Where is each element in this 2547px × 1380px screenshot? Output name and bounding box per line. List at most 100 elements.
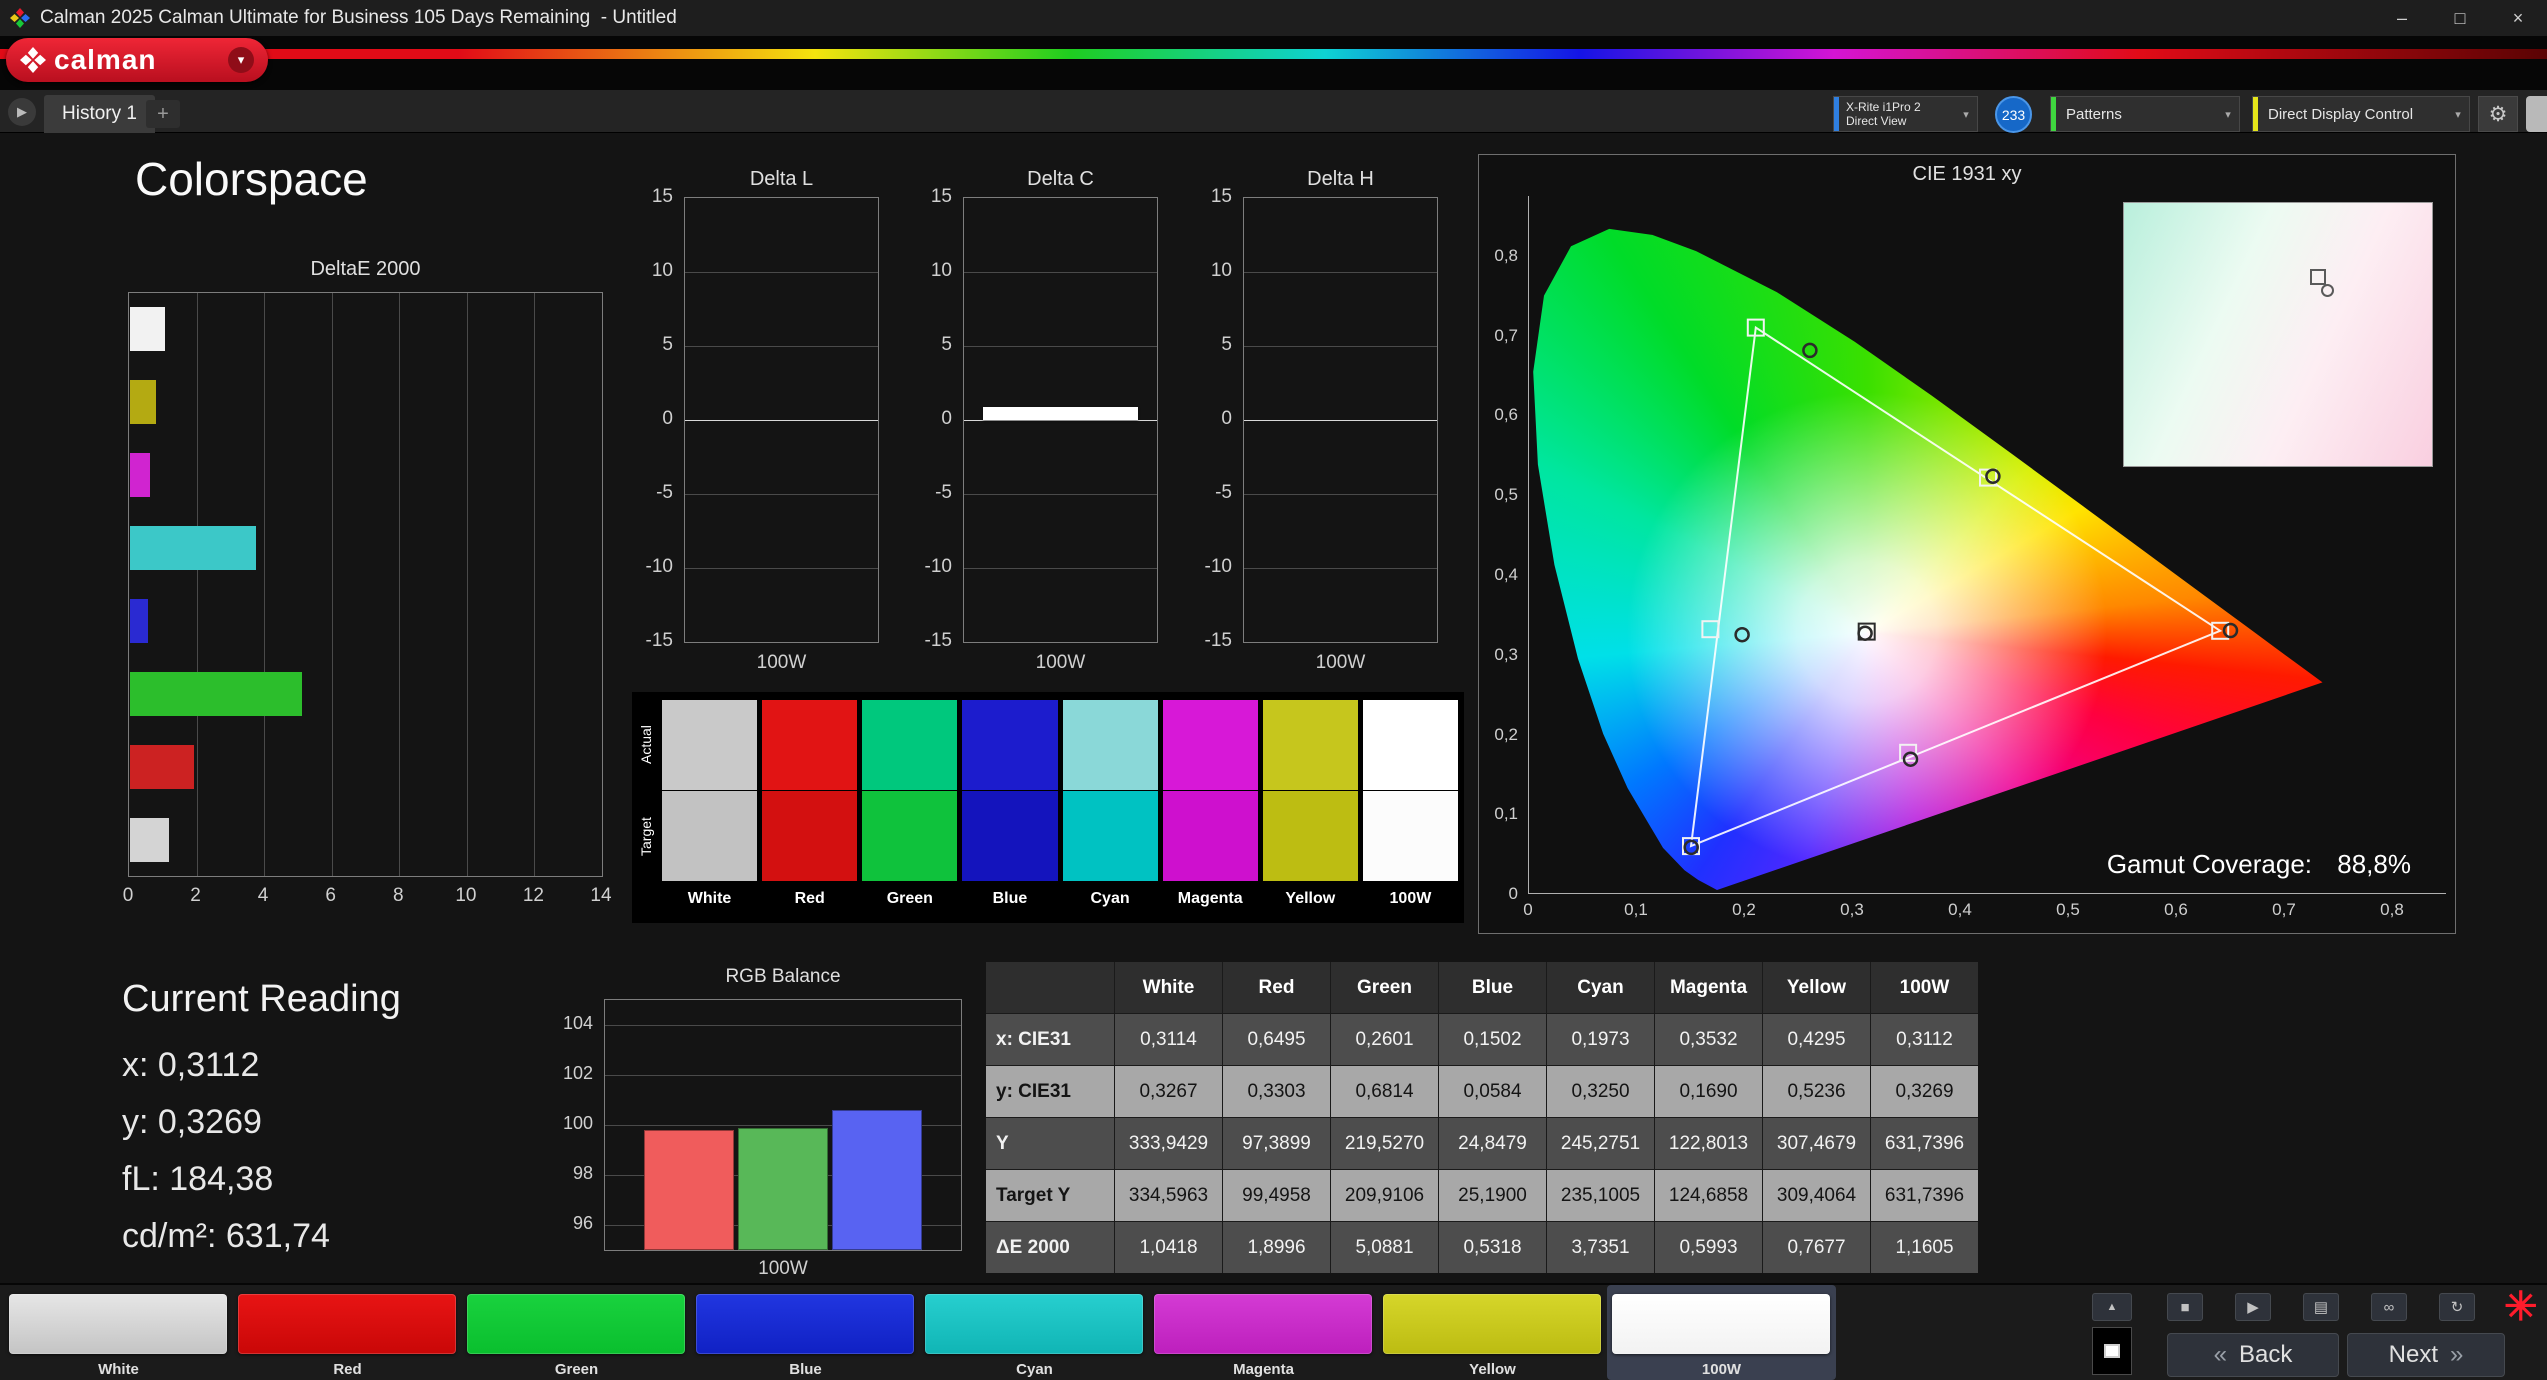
- maximize-button[interactable]: □: [2431, 0, 2489, 36]
- swatch-column-yellow: Yellow: [1262, 700, 1358, 918]
- back-button[interactable]: « Back: [2167, 1333, 2339, 1377]
- axis-tick-label: 5: [941, 334, 952, 355]
- pattern-button-red[interactable]: Red: [233, 1285, 462, 1380]
- gridline: [964, 420, 1157, 421]
- table-header-cell: Yellow: [1763, 962, 1870, 1013]
- pattern-window-button[interactable]: [2092, 1327, 2132, 1375]
- save-button[interactable]: ▤: [2303, 1293, 2339, 1321]
- table-cell: 235,1005: [1547, 1170, 1654, 1221]
- axis-tick-label: 15: [1210, 186, 1232, 207]
- play-button[interactable]: ▶: [2235, 1293, 2271, 1321]
- close-button[interactable]: ×: [2489, 0, 2547, 36]
- minimize-button[interactable]: –: [2373, 0, 2431, 36]
- logo-dropdown-icon[interactable]: ▾: [228, 47, 254, 73]
- actual-swatch: [862, 700, 958, 790]
- axis-tick-label: 10: [455, 885, 477, 906]
- pattern-button-white[interactable]: White: [4, 1285, 233, 1380]
- table-cell: 0,6495: [1223, 1014, 1330, 1065]
- axis-tick-label: 0,8: [1494, 245, 1518, 265]
- next-chevrons-icon: »: [2450, 1341, 2464, 1368]
- rgb-balance-y-axis: 104 102 100 98 96: [552, 999, 598, 1251]
- pattern-swatch: [9, 1294, 227, 1354]
- history-nav-button[interactable]: ▶: [8, 98, 36, 126]
- meter-dropdown[interactable]: X-Rite i1Pro 2 Direct View ▾: [1833, 96, 1978, 132]
- link-button[interactable]: ∞: [2371, 1293, 2407, 1321]
- window-controls: – □ ×: [2373, 0, 2547, 36]
- swatch-column-green: Green: [862, 700, 958, 918]
- table-cell: 0,3303: [1223, 1066, 1330, 1117]
- axis-tick-label: 0: [122, 885, 134, 906]
- axis-tick-label: 0,3: [1840, 900, 1864, 919]
- calman-diamond-icon: [20, 47, 46, 73]
- table-header-cell: Red: [1223, 962, 1330, 1013]
- table-cell: 97,3899: [1223, 1118, 1330, 1169]
- pattern-button-100w[interactable]: 100W: [1607, 1285, 1836, 1380]
- add-tab-button[interactable]: +: [146, 100, 180, 128]
- axis-tick-label: 15: [930, 186, 952, 207]
- deltae-bar-magenta: [130, 453, 151, 498]
- panel-edge-handle[interactable]: [2526, 96, 2547, 132]
- table-cell: 0,1690: [1655, 1066, 1762, 1117]
- deltae-chart-plot: [128, 292, 603, 877]
- target-row-label: Target: [638, 817, 654, 857]
- pattern-button-green[interactable]: Green: [462, 1285, 691, 1380]
- calman-logo-button[interactable]: calman ▾: [6, 38, 268, 82]
- gridline: [1244, 420, 1437, 421]
- settings-gear-button[interactable]: ⚙: [2478, 96, 2518, 132]
- gridline: [605, 1075, 961, 1076]
- axis-tick-label: 8: [393, 885, 404, 906]
- deltae-bar-blue: [130, 598, 148, 643]
- table-cell: 0,5318: [1439, 1222, 1546, 1273]
- meter-line2: Direct View: [1846, 114, 1907, 128]
- tab-history-1[interactable]: History 1: [44, 95, 155, 133]
- axis-tick-label: 4: [257, 885, 269, 906]
- gridline: [685, 346, 878, 347]
- collapse-panel-button[interactable]: ▲: [2092, 1293, 2132, 1321]
- table-header-cell: 100W: [1871, 962, 1978, 1013]
- axis-tick-label: 0,5: [1494, 485, 1518, 505]
- axis-tick-label: 0: [1221, 408, 1232, 429]
- actual-swatch: [1262, 700, 1358, 790]
- table-cell: 122,8013: [1655, 1118, 1762, 1169]
- pattern-button-blue[interactable]: Blue: [691, 1285, 920, 1380]
- pattern-label: Yellow: [1469, 1361, 1516, 1378]
- patterns-dropdown[interactable]: Patterns ▾: [2050, 96, 2240, 132]
- meter-status-badge[interactable]: 233: [1995, 96, 2032, 133]
- inset-target-marker: [2310, 269, 2326, 285]
- measured-marker-white: [1857, 625, 1873, 641]
- pattern-bar: White Red Green Blue Cyan Magenta Yellow 100W ▲…: [0, 1283, 2547, 1380]
- swatch-label: Blue: [992, 890, 1028, 907]
- session-tabbar: ▶ History 1 + X-Rite i1Pro 2 Direct View…: [0, 90, 2547, 133]
- deltae-bar-cyan: [130, 526, 257, 571]
- delta-l-x-label: 100W: [756, 652, 807, 673]
- axis-tick-label: 0,7: [1494, 325, 1518, 345]
- delta-c-y-axis: 15 10 5 0 -5 -10 -15: [915, 186, 957, 651]
- display-control-dropdown[interactable]: Direct Display Control ▾: [2252, 96, 2470, 132]
- table-header-cell: Cyan: [1547, 962, 1654, 1013]
- table-cell: 219,5270: [1331, 1118, 1438, 1169]
- axis-tick-label: 102: [562, 1063, 593, 1083]
- pattern-swatch: [1154, 1294, 1372, 1354]
- axis-tick-label: 0,4: [1494, 564, 1518, 584]
- chevron-down-icon: ▾: [2455, 108, 2461, 121]
- table-cell: 124,6858: [1655, 1170, 1762, 1221]
- gridline: [1244, 272, 1437, 273]
- pattern-button-magenta[interactable]: Magenta: [1149, 1285, 1378, 1380]
- gamut-coverage-value: 88,8%: [2337, 849, 2411, 879]
- pattern-button-yellow[interactable]: Yellow: [1378, 1285, 1607, 1380]
- pattern-swatch: [238, 1294, 456, 1354]
- gridline: [685, 494, 878, 495]
- pattern-button-cyan[interactable]: Cyan: [920, 1285, 1149, 1380]
- stop-button[interactable]: ■: [2167, 1293, 2203, 1321]
- display-control-label: Direct Display Control: [2268, 105, 2414, 123]
- refresh-button[interactable]: ↻: [2439, 1293, 2475, 1321]
- table-cell: 0,3112: [1871, 1014, 1978, 1065]
- chevron-down-icon: ▾: [1963, 108, 1969, 121]
- pattern-label: 100W: [1701, 1361, 1742, 1378]
- cie-1931-panel: CIE 1931 xy 0 0,1 0,2 0,3 0,4 0,5 0,6 0,7 0,8 0 0…: [1478, 154, 2456, 934]
- table-cell: 3,7351: [1547, 1222, 1654, 1273]
- next-button[interactable]: Next »: [2347, 1333, 2505, 1377]
- axis-tick-label: 12: [522, 885, 544, 906]
- table-cell: 0,6814: [1331, 1066, 1438, 1117]
- pattern-swatch: [1612, 1294, 1830, 1354]
